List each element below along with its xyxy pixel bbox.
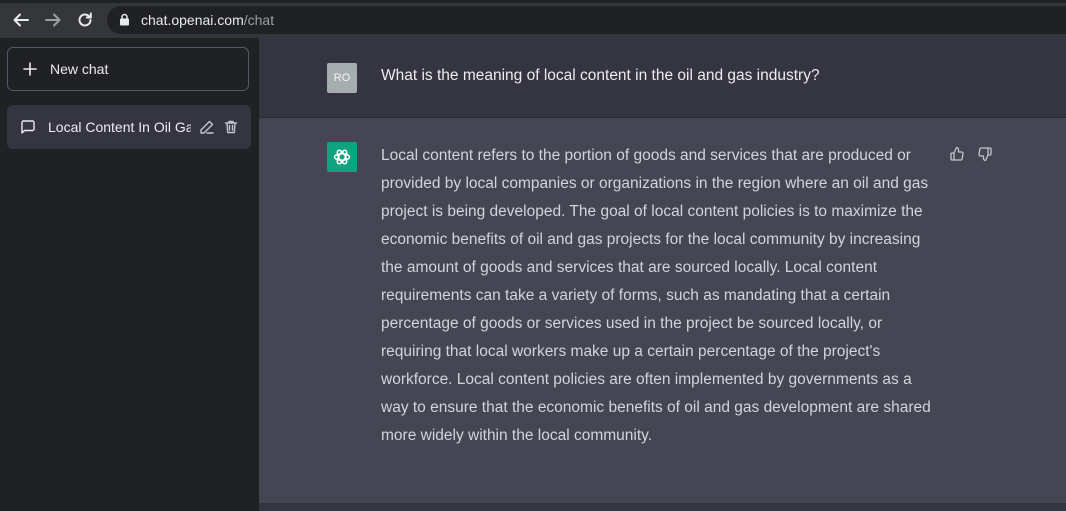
tab-strip-edge	[0, 0, 1066, 3]
arrow-left-icon	[13, 13, 29, 27]
user-initials: RO	[333, 72, 351, 84]
url-text[interactable]: chat.openai.com/chat	[141, 12, 274, 28]
user-message-row: RO What is the meaning of local content …	[259, 38, 1066, 118]
pencil-icon[interactable]	[199, 119, 215, 135]
assistant-message: Local content refers to the portion of g…	[381, 147, 931, 444]
sidebar-conversation-item[interactable]: Local Content In Oil Ga	[7, 105, 251, 149]
reload-icon	[78, 12, 92, 27]
assistant-message-row: Local content refers to the portion of g…	[259, 118, 1066, 503]
sidebar: New chat Local Content In Oil Ga	[0, 38, 259, 511]
user-avatar: RO	[327, 63, 357, 93]
conversation-title: Local Content In Oil Ga	[48, 119, 191, 135]
assistant-avatar	[327, 142, 357, 172]
chat-main: RO What is the meaning of local content …	[259, 38, 1066, 511]
message-icon	[21, 120, 35, 134]
browser-toolbar: chat.openai.com/chat	[0, 0, 1066, 38]
back-button[interactable]	[9, 8, 33, 32]
url-path: /chat	[243, 12, 275, 28]
reload-button[interactable]	[73, 8, 97, 32]
plus-icon	[23, 62, 37, 76]
bottom-divider	[259, 503, 1066, 511]
thumbs-up-icon[interactable]	[949, 146, 965, 162]
new-chat-label: New chat	[50, 61, 109, 77]
forward-button[interactable]	[41, 8, 65, 32]
arrow-right-icon	[45, 13, 61, 27]
thumbs-down-icon[interactable]	[977, 146, 993, 162]
lock-icon[interactable]	[119, 13, 130, 26]
user-message: What is the meaning of local content in …	[381, 67, 820, 84]
url-host: chat.openai.com	[141, 12, 244, 28]
address-bar[interactable]: chat.openai.com/chat	[107, 6, 1066, 34]
new-chat-button[interactable]: New chat	[7, 47, 249, 91]
openai-logo-icon	[333, 149, 351, 165]
trash-icon[interactable]	[223, 119, 239, 135]
